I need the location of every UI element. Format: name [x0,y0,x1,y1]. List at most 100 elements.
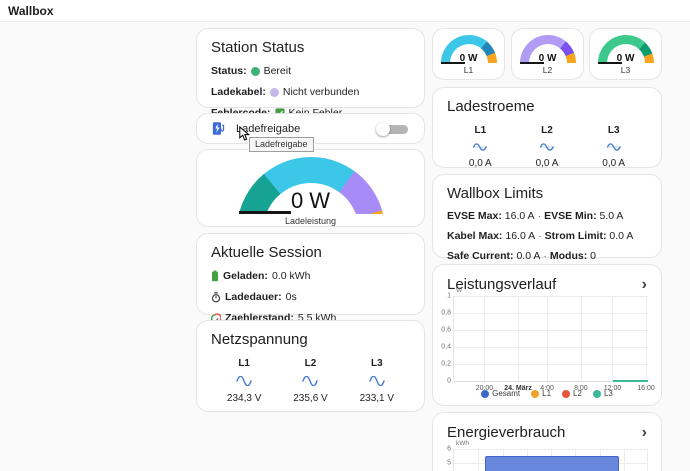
battery-icon [211,270,219,282]
ladefreigabe-label: Ladefreigabe [236,122,301,135]
energieverbrauch-card: Energieverbrauch › kWh 6 5 [432,412,662,471]
current-columns: L1 0,0 A L2 0,0 A L3 0,0 A [447,125,647,169]
cable-disconnected-icon [269,87,279,97]
energy-bar[interactable] [485,455,619,471]
y-axis-unit: kWh [456,440,469,447]
phase-name: L1 [238,358,250,369]
legend-l3[interactable]: L3 [592,389,613,398]
cable-row: Ladekabel: Nicht verbunden [211,86,410,98]
netzspannung-title: Netzspannung [211,331,308,348]
gauge-value: 0 W [459,53,478,64]
legend-dot-icon [592,389,601,398]
y-tick: 0 [447,377,451,385]
energy-plot[interactable]: kWh 6 5 [447,440,649,471]
chart-legend: Gesamt L1 L2 L3 [433,389,661,398]
timer-icon [211,291,221,303]
voltage-columns: L1 234,3 V L2 235,6 V L3 233,1 V [211,358,410,404]
ladefreigabe-toggle[interactable] [376,121,410,137]
duration-value: 0s [285,291,297,303]
status-dot-icon [250,66,260,76]
duration-label: Ladedauer: [225,291,282,303]
legend-l2[interactable]: L2 [562,389,582,398]
mouse-cursor-icon [238,126,251,142]
gauge-value: 0 W [290,188,331,213]
series-line-zero [613,380,648,382]
cable-value: Nicht verbunden [282,86,360,98]
voltage-col-l2: L2 235,6 V [277,358,343,404]
phase-name: L2 [541,125,553,136]
limits-card: Wallbox Limits EVSE Max: 16.0 A · EVSE Min… [432,174,662,262]
session-card: Aktuelle Session Geladen: 0.0 kWh Ladeda… [196,233,425,324]
sine-wave-icon [369,376,385,386]
legend-l1[interactable]: L1 [531,389,551,398]
ladefreigabe-tooltip: Ladefreigabe [249,137,314,152]
phase-gauge-l2: 0 W [519,35,576,64]
ac-current-icon [606,143,621,151]
current-col-l3: L3 0,0 A [580,125,647,169]
phase-name: L3 [607,125,620,136]
phase-gauge-card-l3: 0 W L3 [589,28,662,80]
status-value: Bereit [263,65,292,77]
voltage-value: 234,3 V [226,393,262,404]
phase-gauge-card-l1: 0 W L1 [432,28,505,80]
voltage-col-l1: L1 234,3 V [211,358,277,404]
phase-name: L2 [304,358,317,369]
phase-name: L3 [370,358,383,369]
y-tick: 0,4 [441,343,451,351]
voltage-col-l3: L3 233,1 V [344,358,410,404]
y-tick: 6 [447,445,451,453]
gauge-label: L2 [542,65,553,75]
duration-row: Ladedauer: 0s [211,291,410,303]
toggle-knob [376,121,390,136]
limits-title: Wallbox Limits [447,185,544,202]
gauge-label: L1 [463,65,474,75]
app-bar: Wallbox [0,0,690,22]
ac-current-icon [540,143,554,151]
netzspannung-card: Netzspannung L1 234,3 V L2 235,6 V L3 23… [196,320,425,412]
current-value: 0,0 A [602,158,626,169]
legend-dot-icon [531,389,540,398]
current-value: 0,0 A [468,158,492,169]
gauge-value: 0 W [538,53,557,64]
energieverbrauch-title: Energieverbrauch [447,424,566,441]
chart-header: Energieverbrauch › [433,413,661,441]
y-tick: 5 [447,459,451,467]
phase-gauge-l3: 0 W [597,35,654,64]
ev-charger-icon [211,121,226,136]
charged-row: Geladen: 0.0 kWh [211,270,410,282]
page-title: Wallbox [8,3,54,18]
status-label: Status: [211,65,247,77]
current-value: 0,0 A [535,158,559,169]
y-tick: 1 [447,292,451,300]
current-col-l2: L2 0,0 A [514,125,581,169]
ac-current-icon [473,143,488,151]
chevron-right-icon[interactable]: › [642,276,647,292]
leistungsverlauf-title: Leistungsverlauf [447,276,557,293]
gauge-label: L3 [620,65,631,75]
gauge-value: 0 W [616,53,635,64]
station-status-card: Station Status Status: Bereit Ladekabel:… [196,28,425,119]
sine-wave-icon [302,376,319,386]
legend-gesamt[interactable]: Gesamt [481,389,520,398]
power-gauge: 0 W [236,157,385,214]
limit-row-evse: EVSE Max: 16.0 A · EVSE Min: 5.0 A [447,210,624,222]
chart-header: Leistungsverlauf › [433,265,661,293]
power-gauge-card: 0 W Ladeleistung [196,149,425,227]
current-col-l1: L1 0,0 A [447,125,514,169]
limit-row-kabel: Kabel Max: 16.0 A · Strom Limit: 0.0 A [447,230,634,242]
power-history-plot[interactable]: W 1 0,8 0,6 0,4 0,2 0 20:00 24. März 4:0… [441,287,655,392]
phase-gauge-card-l2: 0 W L2 [511,28,584,80]
ladestroeme-card: Ladestroeme L1 0,0 A L2 0,0 A L3 0,0 A [432,87,662,169]
cable-label: Ladekabel: [211,86,266,98]
voltage-value: 233,1 V [359,393,395,404]
limit-row-safe: Safe Current: 0.0 A · Modus: 0 [447,250,596,262]
charged-value: 0.0 kWh [271,270,311,282]
charged-label: Geladen: [223,270,268,282]
voltage-value: 235,6 V [293,393,328,404]
y-tick: 0,6 [441,326,451,334]
y-tick: 0,8 [441,309,451,317]
ladestroeme-title: Ladestroeme [447,98,535,115]
status-row: Status: Bereit [211,65,410,77]
y-axis-unit: W [456,287,463,294]
chevron-right-icon[interactable]: › [642,424,647,440]
